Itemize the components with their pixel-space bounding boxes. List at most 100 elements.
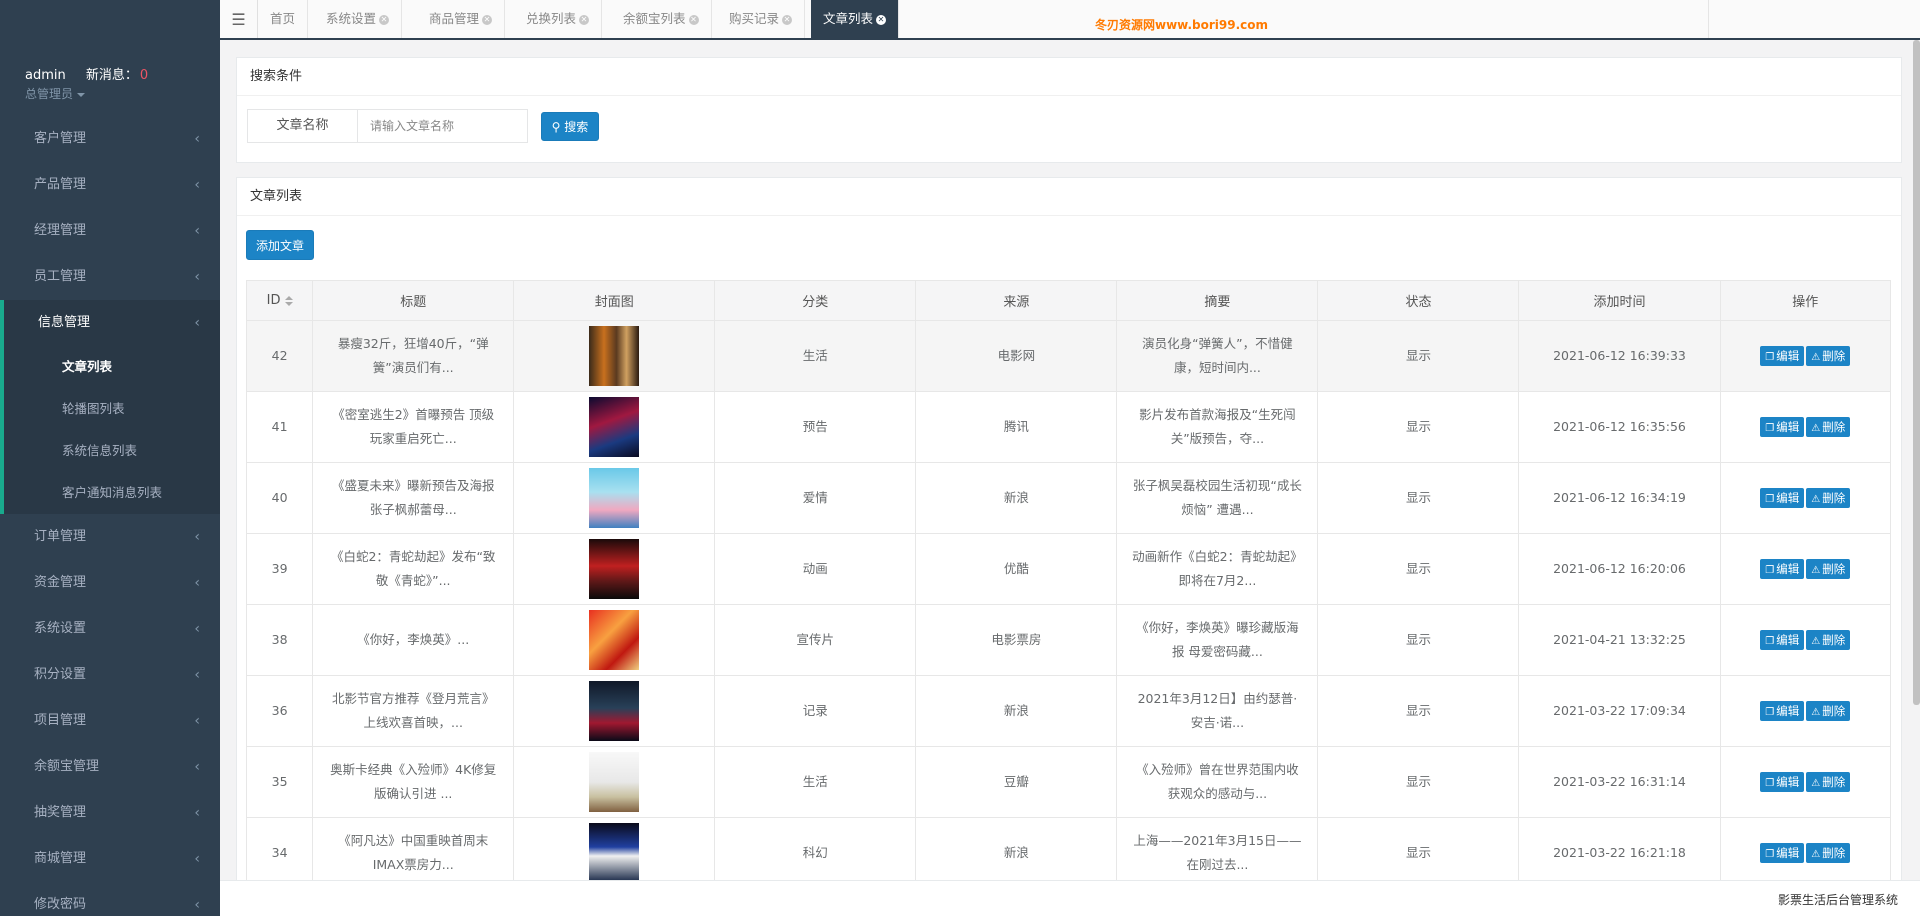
- nav-item-staff[interactable]: 员工管理 ‹: [0, 254, 220, 300]
- sub-item-system-info-list[interactable]: 系统信息列表: [4, 430, 220, 472]
- table-row[interactable]: 36 北影节官方推荐《登月荒言》上线欢喜首映，... 记录 新浪 2021年3月12日】…: [245, 675, 1892, 747]
- edit-button[interactable]: ❐ 编辑: [1760, 559, 1805, 579]
- copy-icon: ❐: [1765, 565, 1775, 576]
- table-row[interactable]: 35 奥斯卡经典《入殓师》4K修复版确认引进 ... 生活 豆瓣 《入殓师》曾在世界范围…: [245, 746, 1892, 818]
- sub-item-customer-notice-list[interactable]: 客户通知消息列表: [4, 472, 220, 514]
- cover-image[interactable]: [589, 326, 640, 386]
- delete-button[interactable]: ⚠ 删除: [1806, 843, 1851, 863]
- nav-item-info-management[interactable]: 信息管理 ‹: [4, 300, 220, 346]
- nav-item-password[interactable]: 修改密码 ‹: [0, 882, 220, 916]
- tab-bar-divider: [1708, 0, 1709, 38]
- cover-image[interactable]: [589, 823, 640, 883]
- cover-image[interactable]: [589, 610, 640, 670]
- nav-item-manager[interactable]: 经理管理 ‹: [0, 208, 220, 254]
- nav-item-lottery[interactable]: 抽奖管理 ‹: [0, 790, 220, 836]
- column-header: 标题: [312, 280, 515, 321]
- cover-image[interactable]: [589, 397, 640, 457]
- sort-icon[interactable]: [284, 295, 293, 306]
- nav-item-product[interactable]: 产品管理 ‹: [0, 162, 220, 208]
- tab-product-management[interactable]: 商品管理 ✕: [417, 0, 506, 38]
- tab-yuebao-list[interactable]: 余额宝列表 ✕: [611, 0, 712, 38]
- column-header[interactable]: ID: [245, 280, 314, 321]
- cell-source: 腾讯: [915, 391, 1118, 463]
- delete-button[interactable]: ⚠ 删除: [1806, 417, 1851, 437]
- warning-icon: ⚠: [1811, 565, 1821, 576]
- cell-summary: 动画新作《白蛇2：青蛇劫起》即将在7月2...: [1116, 533, 1319, 605]
- nav-item-mall[interactable]: 商城管理 ‹: [0, 836, 220, 882]
- cell-id: 42: [245, 320, 314, 392]
- table-row[interactable]: 42 暴瘦32斤，狂增40斤，“弹簧”演员们有... 生活 电影网 演员化身“弹簧人”，…: [245, 320, 1892, 392]
- role-dropdown[interactable]: 总管理员: [25, 85, 220, 102]
- close-icon[interactable]: ✕: [782, 14, 793, 25]
- close-icon[interactable]: ✕: [876, 14, 887, 25]
- footer-text: 影票生活后台管理系统: [1777, 893, 1898, 907]
- sub-item-article-list[interactable]: 文章列表: [4, 346, 220, 388]
- table-row[interactable]: 34 《阿凡达》中国重映首周末IMAX票房力... 科幻 新浪 上海——2021年3月1…: [245, 817, 1892, 889]
- edit-button[interactable]: ❐ 编辑: [1760, 346, 1805, 366]
- delete-button[interactable]: ⚠ 删除: [1806, 559, 1851, 579]
- edit-button[interactable]: ❐ 编辑: [1760, 417, 1805, 437]
- nav-item-system[interactable]: 系统设置 ‹: [0, 606, 220, 652]
- menu-toggle-icon[interactable]: ☰: [220, 0, 258, 38]
- close-icon[interactable]: ✕: [579, 14, 590, 25]
- cover-image[interactable]: [589, 752, 640, 812]
- tab-article-list[interactable]: 文章列表 ✕: [811, 0, 900, 38]
- column-header-label: 操作: [1792, 295, 1819, 310]
- cell-cover: [513, 817, 716, 889]
- cell-actions: ❐ 编辑 ⚠ 删除: [1719, 746, 1892, 818]
- cell-cover: [513, 391, 716, 463]
- copy-icon: ❐: [1765, 778, 1775, 789]
- tab-exchange-list[interactable]: 兑换列表 ✕: [514, 0, 603, 38]
- delete-button[interactable]: ⚠ 删除: [1806, 346, 1851, 366]
- warning-icon: ⚠: [1811, 636, 1821, 647]
- sub-item-carousel-list[interactable]: 轮播图列表: [4, 388, 220, 430]
- scrollbar[interactable]: [1913, 40, 1920, 705]
- nav-item-points[interactable]: 积分设置 ‹: [0, 652, 220, 698]
- search-button[interactable]: ⚲ 搜索: [541, 112, 599, 141]
- nav-item-customer[interactable]: 客户管理 ‹: [0, 116, 220, 162]
- edit-button[interactable]: ❐ 编辑: [1760, 630, 1805, 650]
- add-article-button[interactable]: 添加文章: [246, 230, 314, 260]
- username[interactable]: admin: [25, 68, 66, 83]
- delete-button[interactable]: ⚠ 删除: [1806, 488, 1851, 508]
- tab-home[interactable]: 首页: [258, 0, 309, 38]
- new-message-label[interactable]: 新消息：: [86, 68, 138, 83]
- table-row[interactable]: 40 《盛夏未来》曝新预告及海报 张子枫郝蕾母... 爱情 新浪 张子枫吴磊校园生活初现…: [245, 462, 1892, 534]
- cover-image[interactable]: [589, 539, 640, 599]
- table-row[interactable]: 38 《你好，李焕英》... 宣传片 电影票房 《你好，李焕英》曝珍藏版海报 母爱密码藏…: [245, 604, 1892, 676]
- tab-label: 购买记录: [729, 11, 780, 26]
- edit-button[interactable]: ❐ 编辑: [1760, 772, 1805, 792]
- table-row[interactable]: 39 《白蛇2：青蛇劫起》发布“致敬《青蛇》”... 动画 优酷 动画新作《白蛇2：青蛇…: [245, 533, 1892, 605]
- delete-button[interactable]: ⚠ 删除: [1806, 630, 1851, 650]
- tab-system-settings[interactable]: 系统设置 ✕: [314, 0, 403, 38]
- warning-icon: ⚠: [1811, 707, 1821, 718]
- close-icon[interactable]: ✕: [379, 14, 390, 25]
- chevron-left-icon: ‹: [194, 897, 200, 913]
- cover-image[interactable]: [589, 468, 640, 528]
- nav-item-funds[interactable]: 资金管理 ‹: [0, 560, 220, 606]
- close-icon[interactable]: ✕: [688, 14, 699, 25]
- close-icon[interactable]: ✕: [482, 14, 493, 25]
- delete-button[interactable]: ⚠ 删除: [1806, 701, 1851, 721]
- edit-button[interactable]: ❐ 编辑: [1760, 843, 1805, 863]
- cover-image[interactable]: [589, 681, 640, 741]
- search-panel: 搜索条件 文章名称 ⚲ 搜索: [236, 57, 1902, 163]
- tab-purchase-records[interactable]: 购买记录 ✕: [717, 0, 806, 38]
- chevron-left-icon: ‹: [194, 269, 200, 285]
- article-name-input[interactable]: [358, 110, 527, 142]
- edit-button[interactable]: ❐ 编辑: [1760, 701, 1805, 721]
- new-message-count[interactable]: 0: [140, 68, 148, 83]
- delete-label: 删除: [1822, 704, 1846, 718]
- delete-button[interactable]: ⚠ 删除: [1806, 772, 1851, 792]
- copy-icon: ❐: [1765, 494, 1775, 505]
- nav-item-order[interactable]: 订单管理 ‹: [0, 514, 220, 560]
- search-field-group: 文章名称: [247, 109, 528, 143]
- nav-item-project[interactable]: 项目管理 ‹: [0, 698, 220, 744]
- nav-item-label: 抽奖管理: [34, 805, 87, 820]
- column-header: 状态: [1317, 280, 1520, 321]
- edit-button[interactable]: ❐ 编辑: [1760, 488, 1805, 508]
- nav-item-yuebao[interactable]: 余额宝管理 ‹: [0, 744, 220, 790]
- nav-item-label: 积分设置: [34, 667, 87, 682]
- table-row[interactable]: 41 《密室逃生2》首曝预告 顶级玩家重启死亡... 预告 腾讯 影片发布首款海报及“生…: [245, 391, 1892, 463]
- copy-icon: ❐: [1765, 849, 1775, 860]
